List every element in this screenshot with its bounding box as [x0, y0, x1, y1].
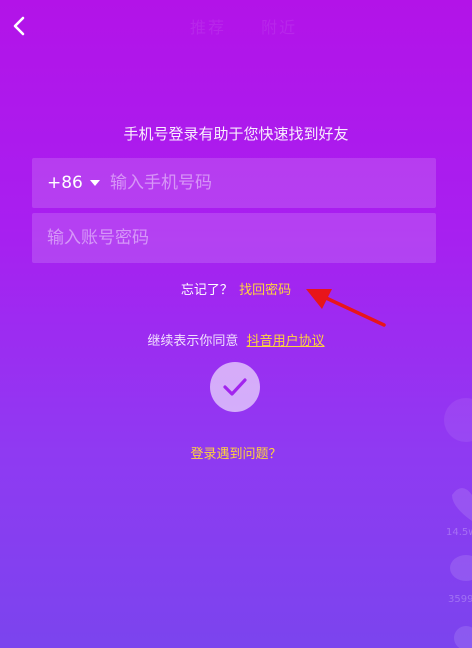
password-input[interactable]: [32, 212, 436, 264]
forgot-prefix: 忘记了？: [180, 283, 233, 298]
confirm-login-button[interactable]: [210, 362, 260, 412]
back-button[interactable]: [8, 12, 30, 40]
background-video-layer: 推荐 附近 14.5w 3599: [0, 0, 472, 648]
country-code-selector[interactable]: +86: [32, 173, 110, 193]
annotation-arrow-icon: [306, 289, 386, 327]
phone-input[interactable]: [110, 157, 436, 209]
checkmark-icon: [223, 378, 247, 396]
caret-down-icon: [89, 180, 100, 186]
side-action-rail: 14.5w 3599: [444, 398, 472, 648]
login-problem-link[interactable]: 登录遇到问题？: [0, 443, 472, 462]
chevron-left-icon: [13, 16, 25, 36]
recover-password-link[interactable]: 找回密码: [239, 283, 291, 298]
password-field: [32, 212, 436, 264]
login-hint: 手机号登录有助于您快速找到好友: [123, 125, 349, 143]
ghost-tab-recommend: 推荐: [190, 18, 227, 37]
ghost-top-tabs: 推荐 附近: [190, 14, 325, 38]
user-agreement-link[interactable]: 抖音用户协议: [247, 334, 325, 349]
agreement-prefix: 继续表示你同意: [147, 334, 239, 349]
phone-field: +86: [32, 157, 436, 209]
forgot-password-row: 忘记了？ 找回密码: [0, 279, 472, 298]
agreement-row: 继续表示你同意 抖音用户协议: [0, 330, 472, 349]
country-code-label: +86: [47, 173, 83, 193]
like-count: 14.5w: [446, 527, 472, 538]
comment-count: 3599: [448, 594, 472, 605]
ghost-tab-nearby: 附近: [261, 18, 298, 37]
